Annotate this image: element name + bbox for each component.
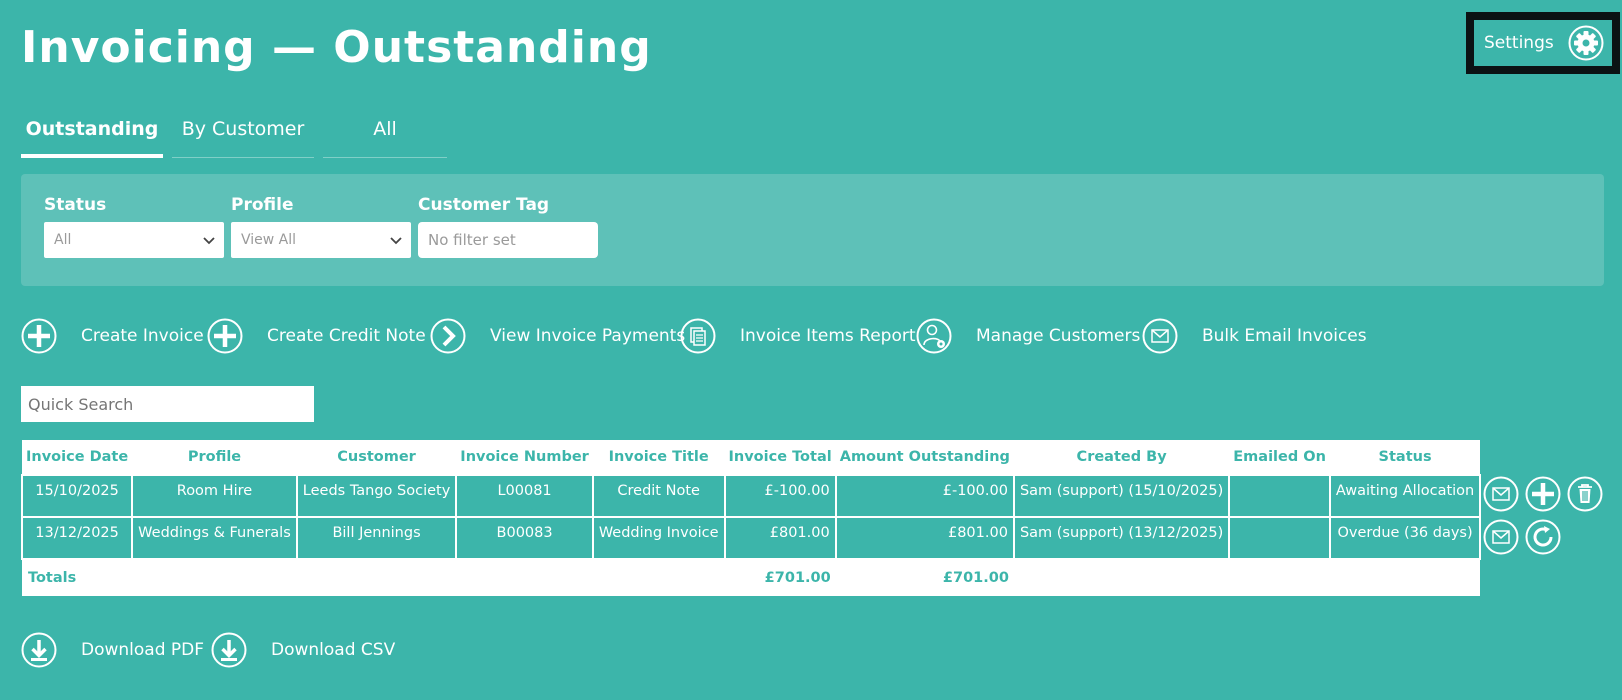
customer-tag-filter: Customer Tag No filter set [418, 194, 598, 258]
amount-outstanding-sum: £701.00 [835, 559, 1014, 596]
row-actions-2 [1483, 519, 1561, 555]
invoice-date-cell: 13/12/2025 [20, 516, 134, 560]
status-cell: Overdue (36 days) [1328, 516, 1482, 560]
emailed-on-cell [1228, 516, 1331, 560]
manage-customers-label: Manage Customers [976, 326, 1141, 346]
customer-tag-input[interactable]: No filter set [418, 222, 598, 258]
envelope-icon[interactable] [1483, 476, 1519, 512]
envelope-icon [1142, 318, 1178, 354]
table-row[interactable]: 15/10/2025 Room Hire Leeds Tango Society… [20, 474, 1482, 518]
created-by-cell: Sam (support) (15/10/2025) [1012, 474, 1231, 518]
invoice-number-cell: L00081 [455, 474, 594, 518]
download-csv-button[interactable]: Download CSV [211, 632, 395, 668]
page-title: Invoicing — Outstanding [21, 22, 652, 73]
create-credit-note-label: Create Credit Note [267, 326, 426, 346]
table-header-row: Invoice Date Profile Customer Invoice Nu… [22, 440, 1481, 475]
chevron-down-icon [203, 237, 215, 245]
profile-select[interactable]: View All [231, 222, 411, 258]
column-header[interactable]: Invoice Title [592, 440, 725, 475]
settings-label: Settings [1484, 33, 1554, 53]
customer-tag-filter-label: Customer Tag [418, 195, 550, 215]
invoice-number-cell: B00083 [455, 516, 594, 560]
emailed-on-cell [1228, 474, 1331, 518]
invoice-title-cell: Wedding Invoice [591, 516, 726, 560]
download-pdf-label: Download PDF [81, 640, 205, 660]
status-cell: Awaiting Allocation [1328, 474, 1482, 518]
create-invoice-button[interactable]: Create Invoice [21, 318, 204, 354]
user-settings-icon [916, 318, 952, 354]
gear-icon [1568, 25, 1604, 61]
filter-panel: Status All Profile View All Customer Tag… [21, 174, 1604, 286]
totals-row: Totals £701.00 £701.00 [22, 559, 1481, 596]
column-header[interactable]: Invoice Number [456, 440, 593, 475]
table-row[interactable]: 13/12/2025 Weddings & Funerals Bill Jenn… [20, 516, 1482, 560]
invoice-total-cell: £801.00 [723, 516, 837, 560]
invoice-total-cell: £-100.00 [723, 474, 837, 518]
amount-outstanding-cell: £801.00 [834, 516, 1015, 560]
download-icon [21, 632, 57, 668]
settings-button[interactable]: Settings [1466, 12, 1620, 74]
invoice-date-cell: 15/10/2025 [20, 474, 134, 518]
invoice-total-sum: £701.00 [724, 559, 836, 596]
profile-cell: Weddings & Funerals [131, 516, 298, 560]
status-filter: Status All [44, 194, 224, 258]
column-header[interactable]: Invoice Date [22, 440, 133, 475]
trash-icon[interactable] [1567, 476, 1603, 512]
tab-bar: Outstanding By Customer All [21, 108, 456, 158]
plus-circle-icon [207, 318, 243, 354]
bulk-email-invoices-button[interactable]: Bulk Email Invoices [1142, 318, 1367, 354]
status-filter-label: Status [44, 195, 107, 215]
status-select-value: All [54, 232, 72, 248]
column-header[interactable]: Invoice Total [724, 440, 836, 475]
envelope-icon[interactable] [1483, 519, 1519, 555]
column-header[interactable]: Status [1329, 440, 1481, 475]
create-invoice-label: Create Invoice [81, 326, 204, 346]
column-header[interactable]: Emailed On [1229, 440, 1330, 475]
profile-select-value: View All [241, 232, 297, 248]
bulk-email-invoices-label: Bulk Email Invoices [1202, 326, 1367, 346]
profile-filter-label: Profile [231, 195, 294, 215]
tab-outstanding[interactable]: Outstanding [21, 108, 163, 158]
plus-icon[interactable] [1525, 476, 1561, 512]
profile-filter: Profile View All [231, 194, 411, 258]
quick-search-input[interactable] [21, 386, 314, 422]
documents-icon [680, 318, 716, 354]
invoice-table: Invoice Date Profile Customer Invoice Nu… [20, 440, 1482, 596]
manage-customers-button[interactable]: Manage Customers [916, 318, 1140, 354]
download-csv-label: Download CSV [271, 640, 396, 660]
column-header[interactable]: Amount Outstanding [835, 440, 1014, 475]
view-invoice-payments-label: View Invoice Payments [490, 326, 686, 346]
invoice-items-report-button[interactable]: Invoice Items Report [680, 318, 916, 354]
column-header[interactable]: Profile [132, 440, 297, 475]
chevron-down-icon [390, 237, 402, 245]
tab-by-customer[interactable]: By Customer [172, 108, 314, 158]
refresh-icon[interactable] [1525, 519, 1561, 555]
view-invoice-payments-button[interactable]: View Invoice Payments [430, 318, 685, 354]
status-select[interactable]: All [44, 222, 224, 258]
download-icon [211, 632, 247, 668]
column-header[interactable]: Created By [1013, 440, 1230, 475]
created-by-cell: Sam (support) (13/12/2025) [1012, 516, 1231, 560]
totals-label: Totals [22, 559, 133, 596]
customer-cell: Leeds Tango Society [295, 474, 458, 518]
row-actions-1 [1483, 476, 1603, 512]
create-credit-note-button[interactable]: Create Credit Note [207, 318, 426, 354]
profile-cell: Room Hire [131, 474, 298, 518]
chevron-right-circle-icon [430, 318, 466, 354]
amount-outstanding-cell: £-100.00 [834, 474, 1015, 518]
invoice-items-report-label: Invoice Items Report [740, 326, 916, 346]
download-pdf-button[interactable]: Download PDF [21, 632, 204, 668]
plus-circle-icon [21, 318, 57, 354]
invoice-title-cell: Credit Note [591, 474, 726, 518]
column-header[interactable]: Customer [296, 440, 457, 475]
tab-all[interactable]: All [323, 108, 447, 158]
customer-cell: Bill Jennings [295, 516, 458, 560]
